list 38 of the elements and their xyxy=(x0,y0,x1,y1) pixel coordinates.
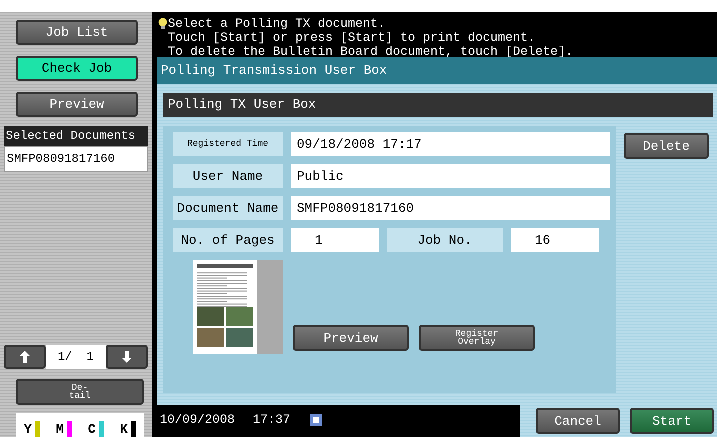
field-label: No. of Pages xyxy=(173,228,283,252)
nav-button[interactable]: Job List xyxy=(16,20,138,45)
status-time: 17:37 xyxy=(253,413,291,429)
field-label: Job No. xyxy=(387,228,503,252)
field-value: 09/18/2008 17:17 xyxy=(291,132,610,156)
instruction-text: Touch [Start] or press [Start] to print document. xyxy=(168,31,537,45)
delete-button[interactable]: Delete xyxy=(624,133,709,159)
scroll-down-button[interactable] xyxy=(106,345,148,369)
down-arrow-icon xyxy=(122,351,132,363)
field-label: Document Name xyxy=(173,196,283,220)
field-value: 16 xyxy=(511,228,599,252)
page-counter: 1/ 1 xyxy=(46,345,106,369)
panel-title: Polling Transmission User Box xyxy=(157,57,717,84)
up-arrow-icon xyxy=(20,351,30,363)
selected-documents-header: Selected Documents xyxy=(4,126,148,146)
toner-label: M xyxy=(56,423,64,437)
toner-label: Y xyxy=(24,423,32,437)
field-value: SMFP08091817160 xyxy=(291,196,610,220)
section-header: Polling TX User Box xyxy=(163,93,713,117)
instruction-text: To delete the Bulletin Board document, touch [Delete]. xyxy=(168,45,574,59)
scroll-up-button[interactable] xyxy=(4,345,46,369)
field-value: 1 xyxy=(291,228,379,252)
toner-label: K xyxy=(120,423,128,437)
document-list-item[interactable]: SMFP08091817160 xyxy=(4,146,148,172)
nav-button[interactable]: Preview xyxy=(16,92,138,117)
detail-button[interactable]: De- tail xyxy=(16,379,144,405)
field-label: User Name xyxy=(173,164,283,188)
instruction-text: Select a Polling TX document. xyxy=(168,17,387,31)
cancel-button[interactable]: Cancel xyxy=(536,408,620,434)
lightbulb-icon xyxy=(158,18,168,30)
nav-button[interactable]: Check Job xyxy=(16,56,138,81)
field-label: Registered Time xyxy=(173,132,283,156)
toner-label: C xyxy=(88,423,96,437)
status-date: 10/09/2008 xyxy=(160,413,236,429)
register-overlay-button[interactable]: Register Overlay xyxy=(419,325,535,351)
field-value: Public xyxy=(291,164,610,188)
start-button[interactable]: Start xyxy=(630,408,714,434)
preview-button[interactable]: Preview xyxy=(293,325,409,351)
